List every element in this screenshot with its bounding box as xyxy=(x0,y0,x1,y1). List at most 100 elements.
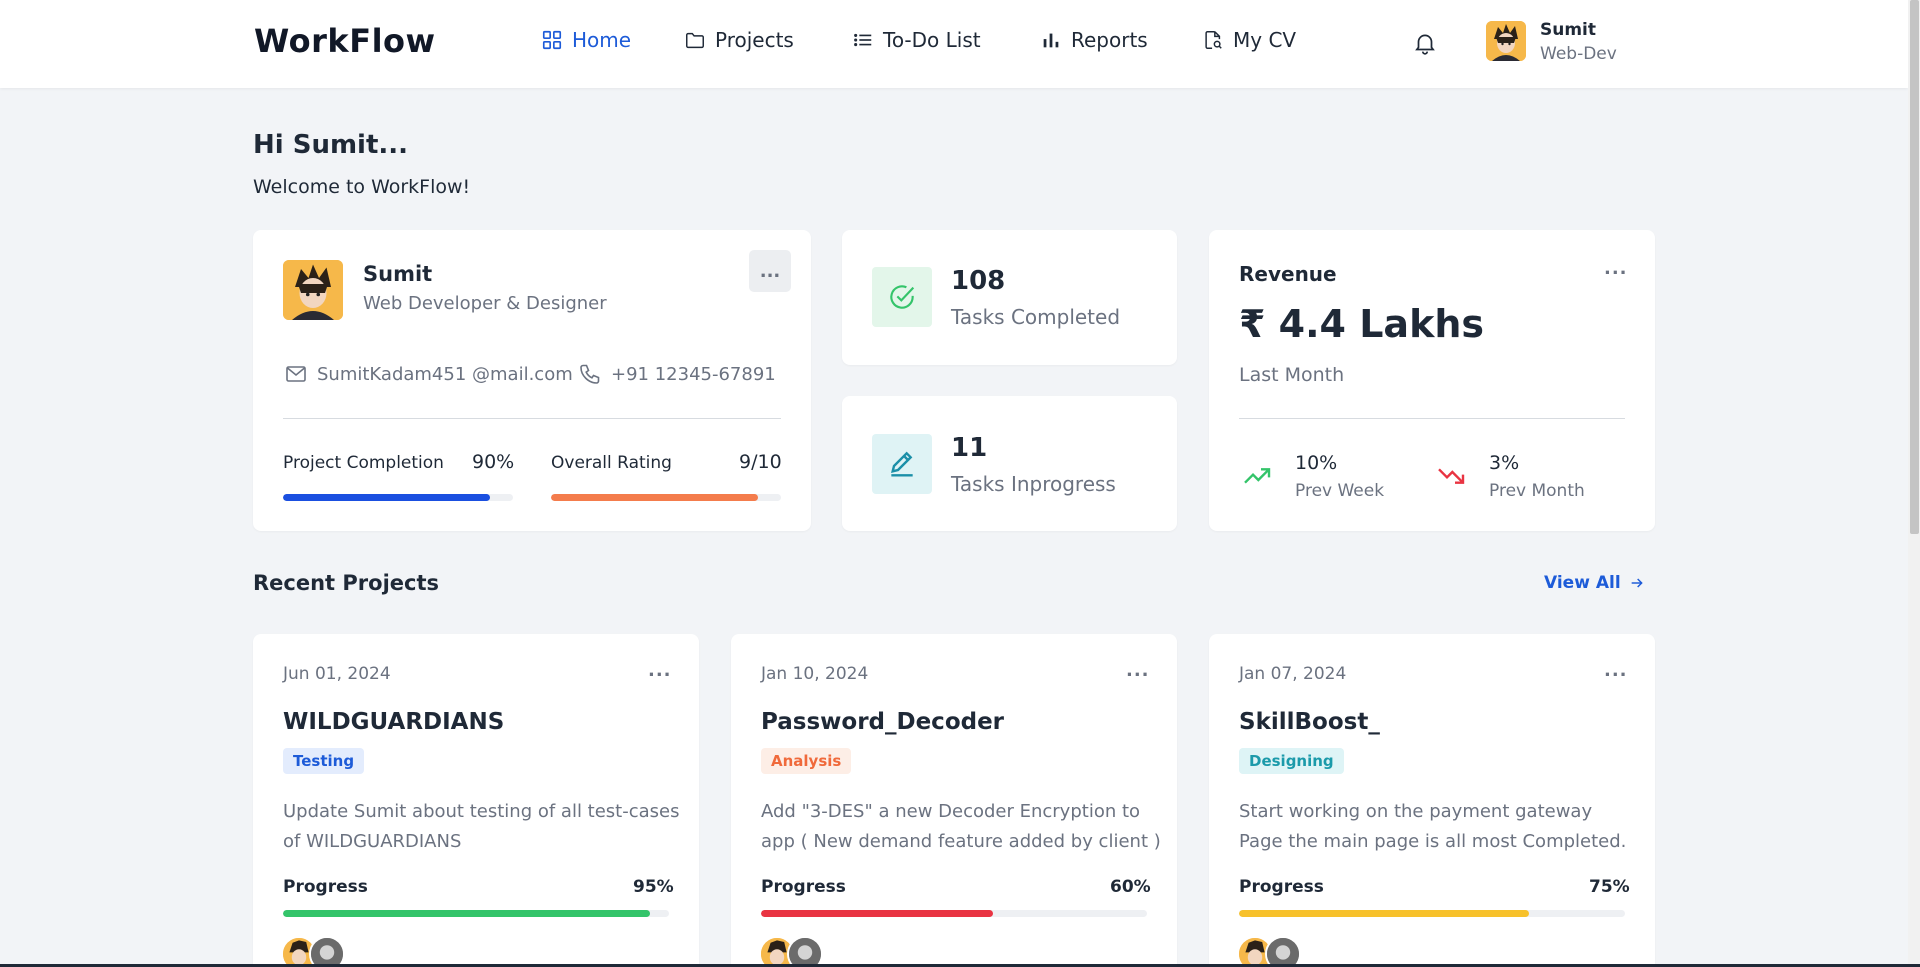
progress-value: 60% xyxy=(1110,877,1151,897)
avatar[interactable] xyxy=(1486,21,1526,61)
nav-todo-label: To-Do List xyxy=(883,28,981,52)
status-badge: Testing xyxy=(283,748,365,774)
profile-phone-text: +91 12345-67891 xyxy=(611,363,776,385)
progress-bar xyxy=(761,910,1147,917)
trend-down-icon xyxy=(1438,468,1465,484)
greeting-subtitle: Welcome to WorkFlow! xyxy=(253,176,471,198)
bell-icon[interactable] xyxy=(1412,30,1438,56)
progress-fill xyxy=(761,910,993,917)
nav-projects-label: Projects xyxy=(715,28,794,52)
project-description: Start working on the payment gateway Pag… xyxy=(1239,801,1627,852)
project-description: Update Sumit about testing of all test-c… xyxy=(283,801,680,852)
project-completion-bar xyxy=(283,494,513,501)
overall-rating-bar xyxy=(551,494,781,501)
project-completion-fill xyxy=(283,494,490,501)
progress-bar xyxy=(283,910,669,917)
overall-rating-fill xyxy=(551,494,758,501)
list-icon xyxy=(854,33,872,47)
profile-divider xyxy=(283,418,781,419)
profile-email-text: SumitKadam451 @mail.com xyxy=(317,363,573,385)
profile-menu-button[interactable]: ... xyxy=(749,250,791,292)
nav-home[interactable]: Home xyxy=(541,28,631,52)
project-menu-button[interactable]: ... xyxy=(1126,660,1150,681)
profile-email[interactable]: SumitKadam451 @mail.com xyxy=(284,362,573,386)
status-badge: Analysis xyxy=(761,748,852,774)
nav-my-cv[interactable]: My CV xyxy=(1202,28,1296,52)
overall-rating-value: 9/10 xyxy=(739,451,782,473)
nav-reports[interactable]: Reports xyxy=(1040,28,1148,52)
profile-name: Sumit xyxy=(363,262,433,286)
tasks-inprogress-label: Tasks Inprogress xyxy=(951,472,1116,496)
nav-reports-label: Reports xyxy=(1071,28,1148,52)
user-avatar-icon xyxy=(283,260,343,320)
progress-label: Progress xyxy=(1239,877,1324,897)
progress-fill xyxy=(1239,910,1529,917)
scrollbar-thumb[interactable] xyxy=(1910,0,1919,534)
status-badge: Designing xyxy=(1239,748,1344,774)
revenue-title: Revenue xyxy=(1239,262,1337,286)
prev-week-label: Prev Week xyxy=(1295,481,1385,501)
document-search-icon xyxy=(1205,31,1222,49)
user-avatar-icon xyxy=(1267,938,1299,967)
avatar[interactable] xyxy=(787,936,823,967)
progress-bar xyxy=(1239,910,1625,917)
mail-icon xyxy=(286,366,306,382)
profile-avatar xyxy=(283,260,343,320)
folder-icon xyxy=(686,32,704,49)
brand-logo[interactable]: WorkFlow xyxy=(254,22,436,60)
progress-fill xyxy=(283,910,650,917)
progress-label: Progress xyxy=(283,877,368,897)
project-date: Jan 10, 2024 xyxy=(761,664,869,684)
view-all-link[interactable]: View All xyxy=(1544,573,1645,593)
recent-projects-title: Recent Projects xyxy=(253,571,440,595)
tasks-inprogress-number: 11 xyxy=(951,433,988,463)
revenue-divider xyxy=(1239,418,1625,419)
nav-todo[interactable]: To-Do List xyxy=(852,28,981,52)
project-completion-value: 90% xyxy=(472,451,515,473)
user-avatar-icon xyxy=(1486,21,1526,61)
project-date: Jan 07, 2024 xyxy=(1239,664,1347,684)
nav-my-cv-label: My CV xyxy=(1233,28,1297,52)
prev-month-label: Prev Month xyxy=(1489,481,1585,501)
project-menu-button[interactable]: ... xyxy=(648,660,672,681)
nav-projects[interactable]: Projects xyxy=(684,28,794,52)
view-all-label: View All xyxy=(1544,573,1621,593)
revenue-period: Last Month xyxy=(1239,364,1345,386)
nav-home-label: Home xyxy=(572,28,632,52)
project-description: Add "3-DES" a new Decoder Encryption to … xyxy=(761,801,1161,852)
project-date: Jun 01, 2024 xyxy=(283,664,391,684)
prev-week-percent: 10% xyxy=(1295,452,1338,474)
progress-label: Progress xyxy=(761,877,846,897)
profile-title: Web Developer & Designer xyxy=(363,293,607,314)
arrow-right-icon xyxy=(1631,578,1643,588)
tasks-inprogress-icon-box xyxy=(872,434,932,494)
grid-icon xyxy=(542,30,562,50)
header-user-role: Web-Dev xyxy=(1540,44,1617,64)
revenue-amount: ₹ 4.4 Lakhs xyxy=(1239,302,1485,346)
check-circle-icon xyxy=(890,285,915,309)
project-name: SkillBoost_ xyxy=(1239,709,1380,735)
user-avatar-icon xyxy=(311,938,343,967)
project-name: Password_Decoder xyxy=(761,709,1005,735)
tasks-completed-icon-box xyxy=(872,267,932,327)
header-user-name: Sumit xyxy=(1540,20,1597,40)
avatar[interactable] xyxy=(1265,936,1301,967)
profile-phone[interactable]: +91 12345-67891 xyxy=(578,362,776,386)
bar-chart-icon xyxy=(1043,33,1059,48)
tasks-completed-label: Tasks Completed xyxy=(951,305,1121,329)
phone-icon xyxy=(580,364,600,384)
project-menu-button[interactable]: ... xyxy=(1604,660,1628,681)
project-name: WILDGUARDIANS xyxy=(283,709,505,735)
progress-value: 95% xyxy=(633,877,674,897)
tasks-completed-number: 108 xyxy=(951,266,1006,296)
prev-month-percent: 3% xyxy=(1489,452,1520,474)
progress-value: 75% xyxy=(1589,877,1630,897)
top-navbar: WorkFlow Home Projects To-Do List Report… xyxy=(0,0,1908,88)
user-avatar-icon xyxy=(789,938,821,967)
project-completion-label: Project Completion xyxy=(283,453,444,473)
pen-icon xyxy=(891,451,913,477)
avatar[interactable] xyxy=(309,936,345,967)
trend-up-icon xyxy=(1244,468,1271,484)
overall-rating-label: Overall Rating xyxy=(551,453,672,473)
revenue-menu-button[interactable]: ... xyxy=(1604,258,1628,279)
